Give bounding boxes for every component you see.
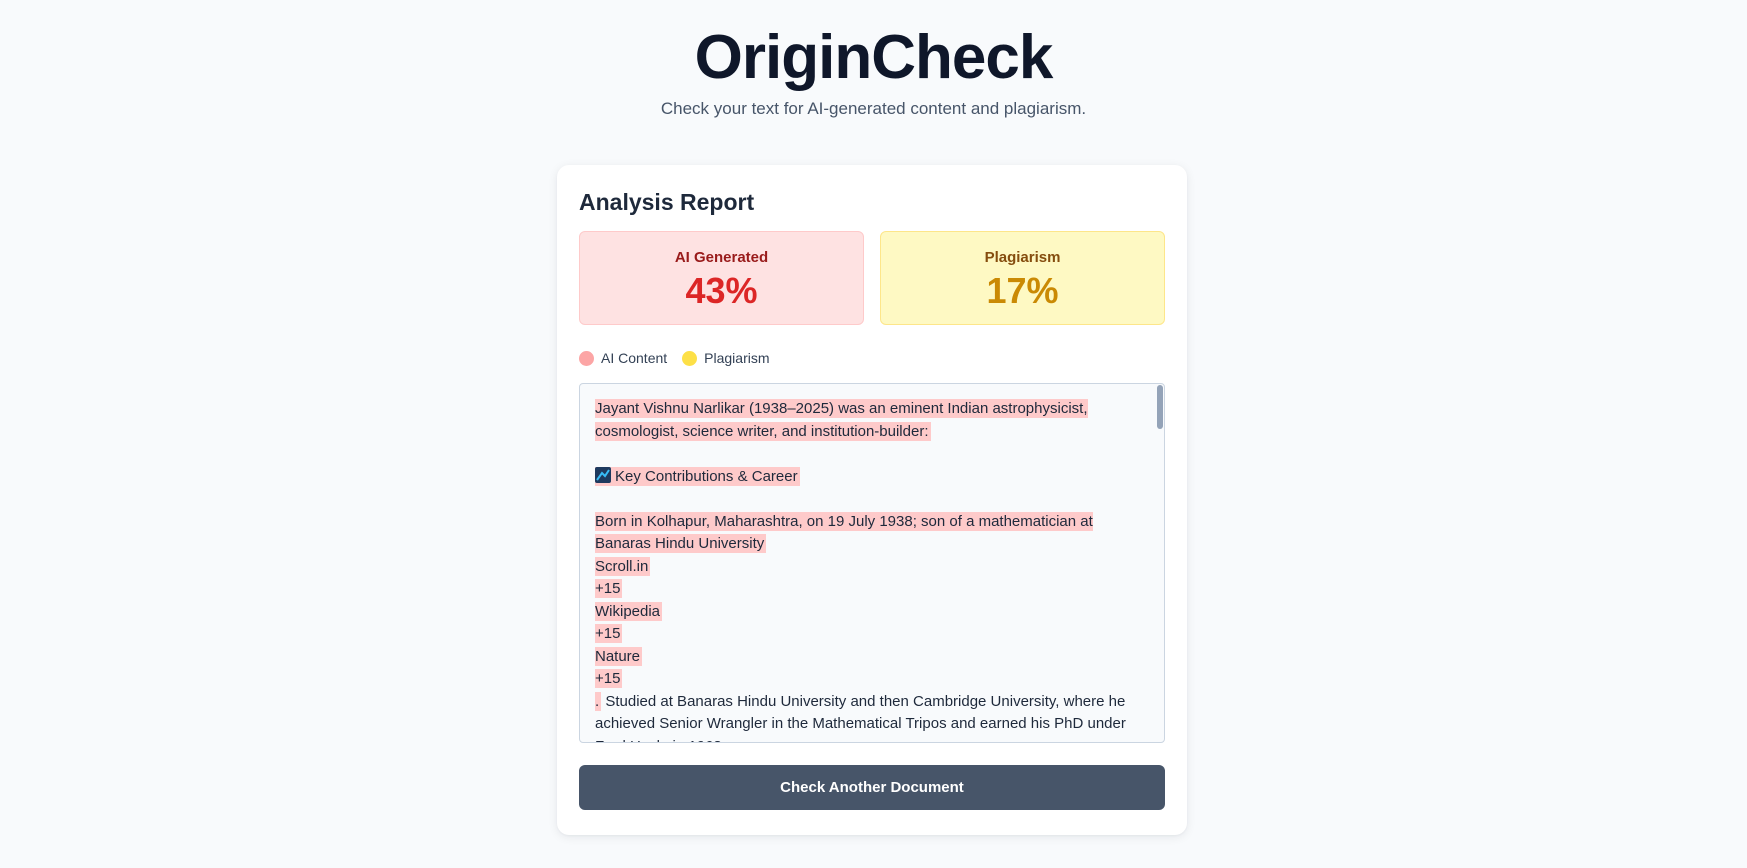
report-title: Analysis Report <box>579 189 755 215</box>
analyzed-text-panel[interactable]: Jayant Vishnu Narlikar (1938–2025) was a… <box>579 383 1165 743</box>
source-line: +15 <box>595 623 1138 646</box>
section-heading: Key Contributions & Career <box>615 467 798 485</box>
app-subtitle: Check your text for AI-generated content… <box>660 99 1087 118</box>
page-header: OriginCheck Check your text for AI-gener… <box>0 0 1747 120</box>
ai-highlight: Jayant Vishnu Narlikar (1938–2025) was a… <box>595 399 1088 441</box>
highlight-legend: AI Content Plagiarism <box>579 349 1165 367</box>
paragraph-born: Born in Kolhapur, Maharashtra, on 19 Jul… <box>595 511 1138 556</box>
check-another-document-button[interactable]: Check Another Document <box>579 765 1165 810</box>
text-panel-scrollbar[interactable] <box>1157 385 1163 429</box>
ai-generated-label: AI Generated <box>674 249 769 266</box>
legend-item-ai: AI Content <box>579 350 667 366</box>
legend-ai-label: AI Content <box>601 350 668 366</box>
plagiarism-label: Plagiarism <box>984 249 1061 266</box>
ai-highlight: Scroll.in <box>595 556 651 576</box>
analyzed-text-content: Jayant Vishnu Narlikar (1938–2025) was a… <box>580 384 1164 743</box>
ai-highlight: +15 <box>595 579 623 598</box>
analysis-report-card: Analysis Report AI Generated 43% Plagiar… <box>557 165 1187 835</box>
chart-emoji-icon <box>595 466 611 483</box>
ai-generated-value: 43% <box>685 270 758 311</box>
paragraph-intro: Jayant Vishnu Narlikar (1938–2025) was a… <box>595 398 1138 443</box>
ai-highlight: Key Contributions & Career <box>595 466 800 486</box>
plagiarism-stat: Plagiarism 17% <box>880 231 1165 325</box>
source-line: Wikipedia <box>595 601 1138 624</box>
source-line: Nature <box>595 646 1138 669</box>
plagiarism-dot-icon <box>682 350 698 366</box>
source-line: Scroll.in <box>595 556 1138 579</box>
ai-content-dot-icon <box>579 350 594 366</box>
paragraph-heading: Key Contributions & Career <box>595 466 1138 489</box>
ai-highlight: +15 <box>595 669 623 688</box>
ai-highlight: Wikipedia <box>595 601 663 621</box>
plain-text: Studied at Banaras Hindu University and … <box>595 692 1126 743</box>
ai-highlight: +15 <box>595 624 623 643</box>
app-title: OriginCheck <box>694 23 1054 92</box>
legend-plagiarism-label: Plagiarism <box>704 350 770 366</box>
ai-highlight: Born in Kolhapur, Maharashtra, on 19 Jul… <box>595 511 1093 553</box>
source-line: +15 <box>595 578 1138 601</box>
legend-item-plagiarism: Plagiarism <box>682 350 770 366</box>
ai-highlight: Nature <box>595 646 643 666</box>
paragraph-studied: . Studied at Banaras Hindu University an… <box>595 691 1138 743</box>
plagiarism-value: 17% <box>986 270 1059 311</box>
stats-row: AI Generated 43% Plagiarism 17% <box>579 231 1165 325</box>
source-line: +15 <box>595 668 1138 691</box>
ai-generated-stat: AI Generated 43% <box>579 231 864 325</box>
